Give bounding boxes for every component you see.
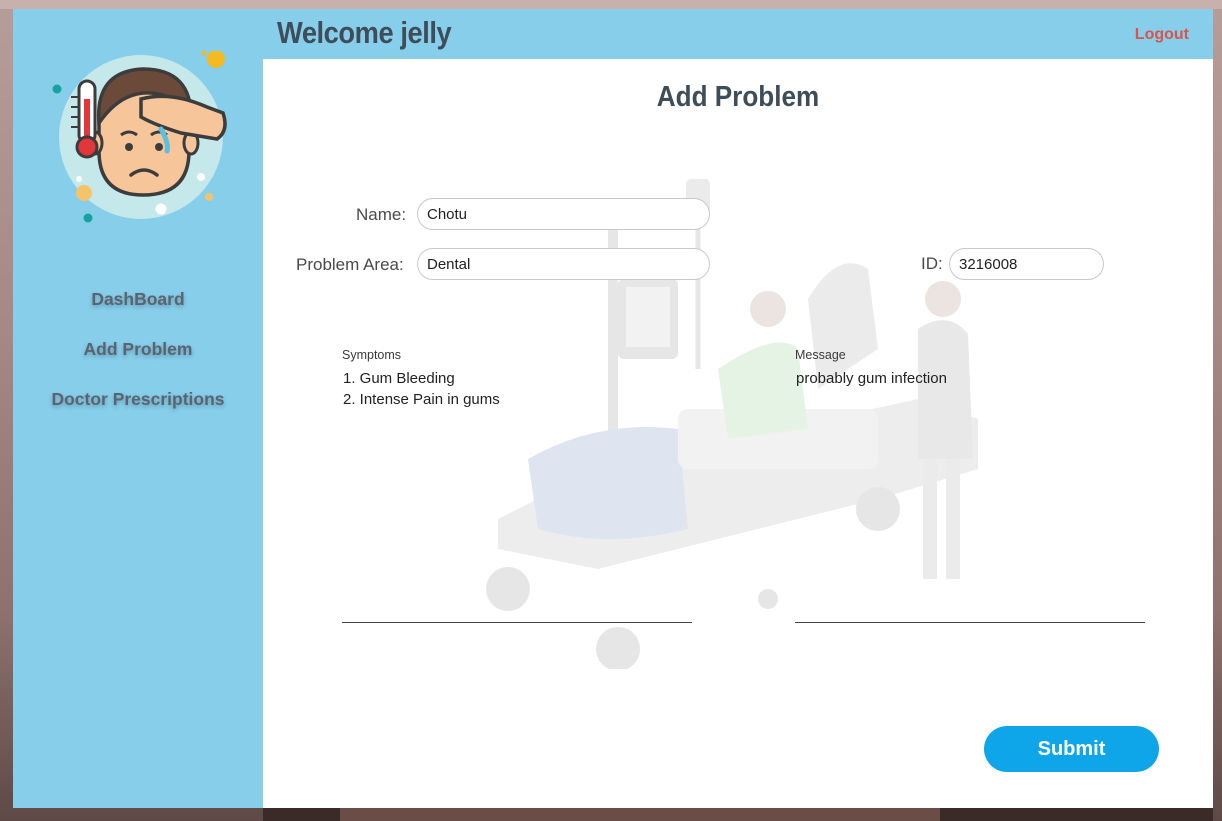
problem-area-label: Problem Area: [296, 255, 404, 274]
app-window: DashBoard Add Problem Doctor Prescriptio… [13, 9, 1213, 808]
symptoms-label: Symptoms [342, 348, 402, 362]
name-label: Name: [356, 205, 407, 224]
logout-link[interactable]: Logout [1135, 26, 1189, 44]
page-title: Add Problem [656, 81, 820, 113]
welcome-title: Welcome jelly [277, 15, 452, 50]
name-field[interactable] [417, 198, 710, 230]
problem-area-field[interactable] [417, 248, 710, 280]
desktop-background-bottom-accent [340, 808, 940, 821]
message-textarea[interactable]: probably gum infection [795, 368, 1145, 623]
message-label: Message [795, 348, 846, 362]
main-content: Add Problem Name: Problem Area: ID: Symp… [263, 59, 1213, 808]
id-label: ID: [921, 254, 943, 273]
sick-person-fever-icon [52, 51, 227, 223]
top-bar: Welcome jelly Logout [263, 9, 1213, 59]
sidebar-item-dashboard[interactable]: DashBoard [13, 289, 263, 310]
desktop-background [0, 0, 1222, 9]
sidebar-item-doctor-prescriptions[interactable]: Doctor Prescriptions [13, 389, 263, 410]
sidebar: DashBoard Add Problem Doctor Prescriptio… [13, 9, 263, 808]
symptoms-textarea[interactable]: 1. Gum Bleeding 2. Intense Pain in gums [342, 368, 692, 623]
id-field[interactable] [949, 248, 1104, 280]
submit-button[interactable]: Submit [984, 726, 1159, 772]
sidebar-item-add-problem[interactable]: Add Problem [13, 339, 263, 360]
